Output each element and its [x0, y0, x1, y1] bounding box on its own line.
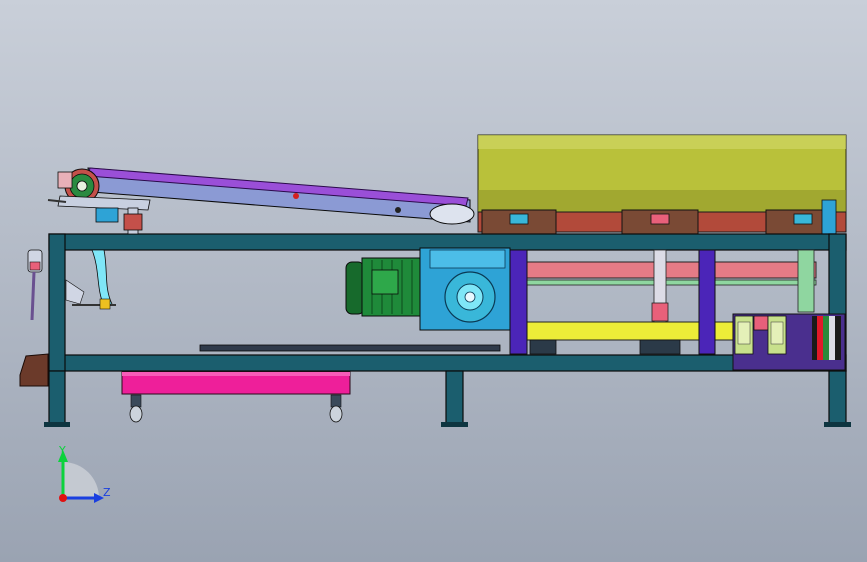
gearbox-top: [429, 249, 506, 269]
frame-foot-3: [824, 422, 851, 427]
motor-terminal-box: [371, 269, 399, 295]
caster-left: [129, 394, 143, 423]
drum-saddle-right: [765, 209, 829, 235]
frame-foot-2: [441, 422, 468, 427]
axis-triad: Y Z: [58, 444, 111, 503]
frame-foot-1: [44, 422, 70, 427]
frame-leg-3: [828, 370, 847, 427]
clamp-knob[interactable]: [29, 261, 41, 271]
head-bearing: [57, 171, 73, 189]
head-clamp: [95, 207, 119, 223]
frame-inner-rail: [199, 344, 501, 352]
drum-highlight: [478, 135, 846, 149]
drive-motor[interactable]: [345, 257, 423, 317]
pink-tray-lip: [122, 372, 350, 376]
conveyor-bolt-icon: [395, 207, 401, 213]
mint-upright: [797, 249, 815, 313]
purple-post-left: [509, 249, 528, 355]
frame-leg-1: [48, 370, 66, 427]
salmon-rail: [519, 261, 817, 279]
bearing-block-2: [639, 339, 681, 355]
drum-tank[interactable]: [477, 134, 847, 235]
scraper-bracket: [65, 279, 85, 305]
triad-quadrant: [63, 462, 99, 498]
gearbox[interactable]: [419, 247, 511, 331]
control-panel[interactable]: [732, 313, 846, 371]
tail-pulley: [429, 203, 475, 225]
drum-saddle-left: [481, 209, 557, 235]
bearing-block-1: [529, 339, 557, 355]
motor-end-cap: [345, 261, 365, 315]
axis-y-label: Y: [58, 444, 66, 457]
conveyor-pivot-icon: [293, 193, 299, 199]
cad-viewport[interactable]: Y Z: [0, 0, 867, 562]
caster-right: [329, 394, 343, 423]
tension-block: [123, 213, 143, 231]
machine-assembly-drawing[interactable]: Y Z: [0, 0, 867, 562]
frame-post-left: [48, 233, 66, 372]
pressure-gauge-pink[interactable]: [753, 315, 769, 331]
drum-right-clamp: [821, 199, 837, 235]
head-shaft-icon: [76, 180, 88, 192]
purple-post-right: [698, 249, 716, 355]
axis-x-arrow-icon: [59, 494, 67, 502]
brown-mount: [19, 353, 49, 387]
frame-bottom-beam: [48, 354, 847, 372]
inclined-conveyor[interactable]: [47, 167, 475, 235]
mint-rail: [519, 279, 817, 286]
axis-z-label: Z: [103, 486, 111, 499]
collection-tray[interactable]: [121, 371, 351, 423]
scraper-blade: [91, 249, 113, 307]
clamp-rod: [30, 271, 36, 321]
drum-saddle-middle: [621, 209, 699, 235]
filter-regulator-left[interactable]: [734, 315, 754, 355]
shaft-center-icon: [464, 291, 476, 303]
valve-bank[interactable]: [812, 316, 841, 360]
scraper-nut: [99, 298, 111, 310]
filter-regulator-right[interactable]: [767, 315, 787, 355]
piston-head: [651, 302, 669, 322]
frame-leg-2: [445, 370, 464, 427]
